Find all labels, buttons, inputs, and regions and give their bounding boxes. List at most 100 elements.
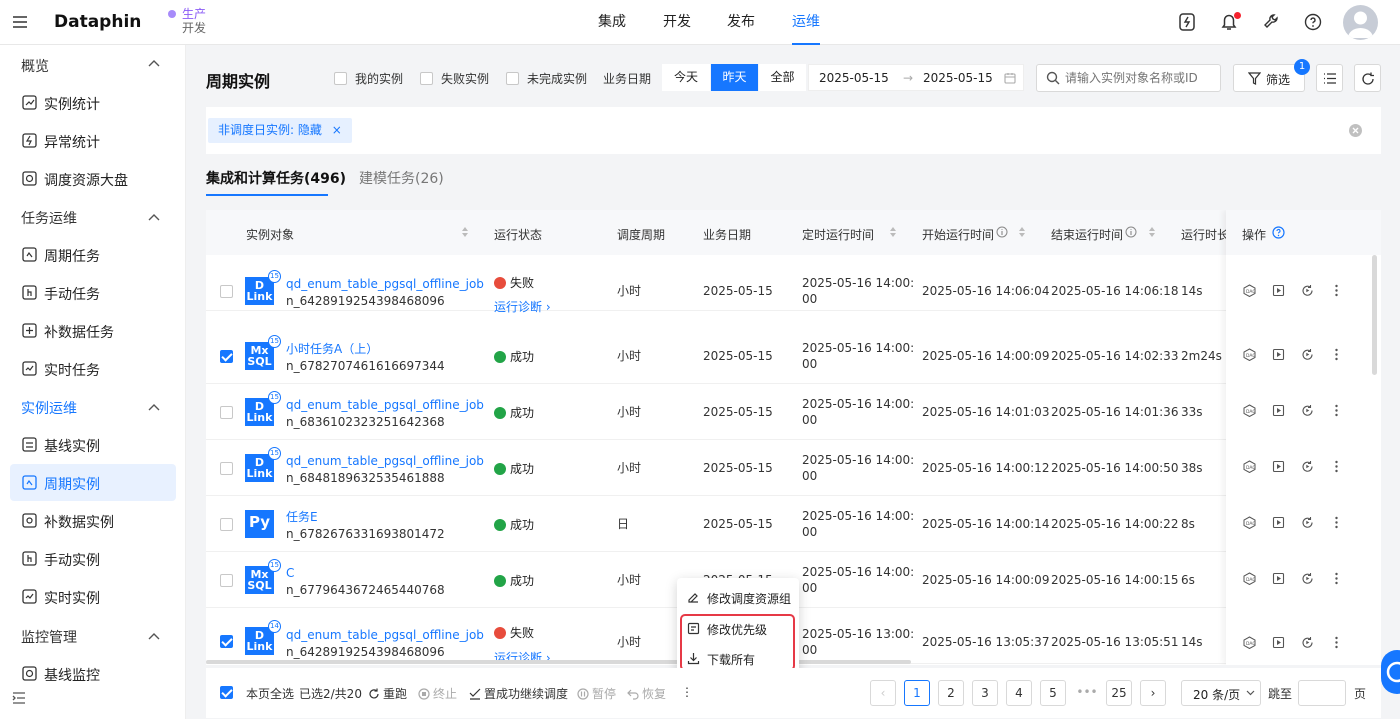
date-end[interactable]: 2025-05-15 — [923, 71, 993, 85]
col-start-time[interactable]: 开始运行时间 — [922, 226, 994, 243]
table-row[interactable]: D Link 15 qd_enum_table_pgsql_offline_job … — [206, 440, 1381, 496]
sidebar-item-backfill-instances[interactable]: 补数据实例 — [10, 502, 176, 539]
chevron-up-icon[interactable] — [148, 59, 160, 67]
terminate-button[interactable]: 终止 — [418, 685, 457, 702]
chevron-up-icon[interactable] — [148, 632, 160, 640]
select-all-checkbox[interactable] — [220, 686, 233, 699]
sort-icon[interactable] — [889, 226, 897, 238]
col-scheduled-time[interactable]: 定时运行时间 — [802, 226, 874, 243]
table-row[interactable]: Py 任务E n_6782676331693801472 成功 日 2025-0… — [206, 496, 1381, 552]
instance-name-link[interactable]: qd_enum_table_pgsql_offline_job — [286, 397, 484, 413]
clear-filters-icon[interactable] — [1349, 124, 1362, 137]
col-schedule-cycle[interactable]: 调度周期 — [617, 226, 665, 243]
my-instances-label[interactable]: 我的实例 — [355, 70, 403, 87]
my-instances-checkbox[interactable] — [334, 72, 347, 85]
page-4[interactable]: 4 — [1006, 680, 1032, 706]
menu-toggle-icon[interactable] — [12, 14, 28, 30]
sidebar-item-baseline-monitor[interactable]: 基线监控 — [10, 655, 176, 692]
filter-tag[interactable]: 非调度日实例: 隐藏 × — [208, 118, 352, 143]
goto-page-input[interactable] — [1298, 680, 1346, 706]
col-biz-date[interactable]: 业务日期 — [703, 226, 751, 243]
rerun-button[interactable]: 重跑 — [368, 685, 407, 702]
instance-name-link[interactable]: C — [286, 565, 294, 581]
more-icon[interactable] — [1330, 460, 1343, 473]
run-log-icon[interactable] — [1272, 460, 1285, 473]
page-2[interactable]: 2 — [938, 680, 964, 706]
more-icon[interactable] — [1330, 516, 1343, 529]
row-checkbox[interactable] — [220, 574, 233, 587]
run-log-icon[interactable] — [1272, 348, 1285, 361]
sidebar-item-periodic-instances[interactable]: 周期实例 — [10, 464, 176, 501]
app-logo[interactable]: Dataphin — [54, 12, 141, 32]
dag-icon[interactable]: DAG — [1243, 348, 1256, 361]
refresh-button[interactable] — [1354, 64, 1381, 92]
sidebar-item-realtime-instances[interactable]: 实时实例 — [10, 578, 176, 615]
sidebar-item-baseline-instances[interactable]: 基线实例 — [10, 426, 176, 463]
column-settings-button[interactable] — [1316, 64, 1343, 92]
run-log-icon[interactable] — [1272, 636, 1285, 649]
rerun-icon[interactable] — [1301, 460, 1314, 473]
sidebar-item-periodic-tasks[interactable]: 周期任务 — [10, 236, 176, 273]
rerun-icon[interactable] — [1301, 636, 1314, 649]
search-box[interactable] — [1036, 64, 1221, 92]
run-log-icon[interactable] — [1272, 516, 1285, 529]
col-instance-object[interactable]: 实例对象 — [246, 226, 294, 243]
failed-instances-label[interactable]: 失败实例 — [441, 70, 489, 87]
sidebar-item-resource-dashboard[interactable]: 调度资源大盘 — [10, 160, 176, 197]
nav-develop[interactable]: 开发 — [663, 0, 691, 45]
resume-button[interactable]: 恢复 — [627, 685, 666, 702]
vertical-scrollbar[interactable] — [1372, 255, 1377, 375]
prev-page-button[interactable]: ‹ — [870, 680, 896, 706]
row-checkbox[interactable] — [220, 406, 233, 419]
tab-integration-compute[interactable]: 集成和计算任务(496) — [206, 168, 346, 188]
collapse-sidebar-icon[interactable] — [12, 691, 26, 705]
search-input[interactable] — [1065, 69, 1215, 87]
row-checkbox[interactable] — [220, 285, 233, 298]
run-log-icon[interactable] — [1272, 404, 1285, 417]
instance-name-link[interactable]: qd_enum_table_pgsql_offline_job — [286, 276, 484, 292]
next-page-button[interactable]: › — [1140, 680, 1166, 706]
row-checkbox[interactable] — [220, 518, 233, 531]
more-icon[interactable] — [1330, 348, 1343, 361]
more-icon[interactable] — [1330, 404, 1343, 417]
chevron-up-icon[interactable] — [148, 403, 160, 411]
unfinished-instances-checkbox[interactable] — [506, 72, 519, 85]
date-start[interactable]: 2025-05-15 — [819, 71, 889, 85]
row-checkbox[interactable] — [220, 462, 233, 475]
sidebar-item-anomaly-stats[interactable]: 异常统计 — [10, 122, 176, 159]
dag-icon[interactable]: DAG — [1243, 516, 1256, 529]
dag-icon[interactable]: DAG — [1243, 404, 1256, 417]
date-all-button[interactable]: 全部 — [759, 64, 806, 91]
rerun-icon[interactable] — [1301, 284, 1314, 297]
sort-icon[interactable] — [1148, 226, 1156, 238]
env-prod-label[interactable]: 生产 — [168, 7, 206, 21]
help-icon[interactable] — [1304, 12, 1322, 32]
horizontal-scrollbar[interactable] — [206, 660, 911, 664]
page-3[interactable]: 3 — [972, 680, 998, 706]
rerun-icon[interactable] — [1301, 404, 1314, 417]
table-row[interactable]: D Link 15 qd_enum_table_pgsql_offline_job … — [206, 384, 1381, 440]
run-log-icon[interactable] — [1272, 572, 1285, 585]
floating-help-button[interactable] — [1381, 650, 1400, 694]
env-switch[interactable]: 生产 开发 — [168, 7, 206, 35]
sidebar-item-realtime-tasks[interactable]: 实时任务 — [10, 350, 176, 387]
instance-name-link[interactable]: 任务E — [286, 509, 318, 525]
tab-modeling[interactable]: 建模任务(26) — [359, 168, 444, 188]
sidebar-item-backfill-tasks[interactable]: 补数据任务 — [10, 312, 176, 349]
sidebar-item-manual-instances[interactable]: 手动实例 — [10, 540, 176, 577]
sidebar-group-task-ops[interactable]: 任务运维 — [21, 208, 77, 228]
nav-publish[interactable]: 发布 — [727, 0, 755, 45]
date-today-button[interactable]: 今天 — [662, 64, 710, 91]
table-row[interactable]: D Link 15 qd_enum_table_pgsql_offline_job … — [206, 255, 1381, 314]
col-duration[interactable]: 运行时长 — [1181, 226, 1226, 243]
more-icon[interactable] — [1330, 636, 1343, 649]
dag-icon[interactable]: DAG — [1243, 572, 1256, 585]
nav-integration[interactable]: 集成 — [598, 0, 626, 45]
set-success-button[interactable]: 置成功继续调度 — [469, 685, 568, 702]
rerun-icon[interactable] — [1301, 516, 1314, 529]
sort-icon[interactable] — [461, 226, 469, 238]
nav-operations[interactable]: 运维 — [792, 0, 820, 45]
dag-icon[interactable]: DAG — [1243, 284, 1256, 297]
dag-icon[interactable]: DAG — [1243, 636, 1256, 649]
sidebar-group-monitoring[interactable]: 监控管理 — [21, 627, 77, 647]
